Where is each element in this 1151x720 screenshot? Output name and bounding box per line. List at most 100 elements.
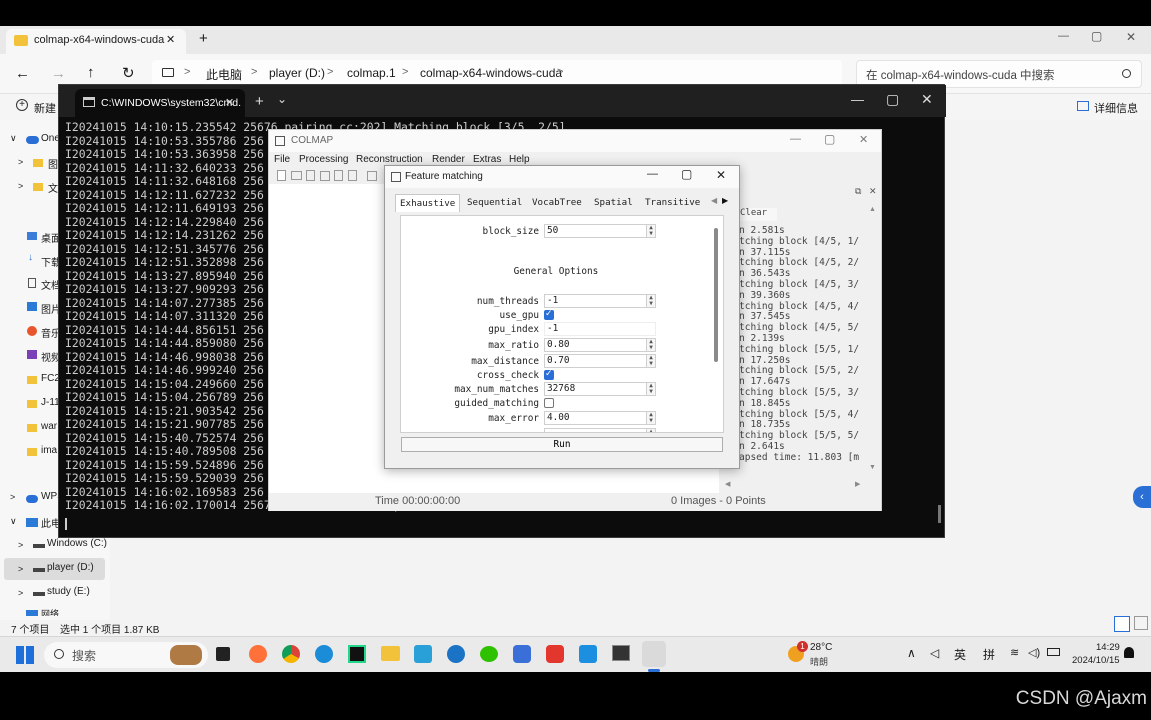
use-gpu-checkbox[interactable]: ✓: [544, 308, 554, 320]
spinbox-arrows-icon[interactable]: ▲: [646, 429, 655, 432]
feature-extraction-icon[interactable]: [367, 171, 377, 181]
tab-scroll-left-icon[interactable]: ◀: [711, 196, 717, 205]
guided-matching-checkbox[interactable]: [544, 398, 554, 408]
ime-lang[interactable]: 英: [954, 646, 966, 663]
log-hscroll-left-icon[interactable]: ◀: [725, 480, 730, 488]
sidebar-item-pictures-od[interactable]: 图: [48, 156, 58, 171]
edit-project-icon[interactable]: [306, 170, 315, 181]
max-error-field[interactable]: 4.00 ▲ ▼: [544, 411, 656, 425]
menu-reconstruction[interactable]: Reconstruction: [356, 154, 423, 165]
pycharm-icon[interactable]: [348, 645, 366, 663]
log-scroll-up-icon[interactable]: ▲: [869, 206, 876, 213]
sidebar-item-drive-c[interactable]: Windows (C:): [47, 538, 107, 549]
open-project-icon[interactable]: [291, 171, 302, 180]
export-icon[interactable]: [348, 170, 357, 181]
menu-extras[interactable]: Extras: [473, 154, 501, 165]
explorer-tab-close-icon[interactable]: ✕: [166, 33, 175, 46]
sidebar-item-j11[interactable]: J-11: [41, 397, 60, 408]
spinbox-arrows-icon[interactable]: ▲ ▼: [646, 412, 655, 424]
save-icon[interactable]: [320, 171, 330, 181]
log-hscroll-right-icon[interactable]: ▶: [855, 480, 860, 488]
breadcrumb-colmap-folder[interactable]: colmap-x64-windows-cuda: [420, 66, 562, 80]
log-clear-button[interactable]: Clear: [737, 208, 777, 221]
explorer-minimize-button[interactable]: —: [1058, 30, 1069, 42]
next-option-field[interactable]: ▲: [544, 428, 656, 432]
sidebar-item-ima[interactable]: ima: [41, 445, 57, 456]
tab-exhaustive[interactable]: Exhaustive: [395, 194, 461, 212]
terminal-taskbar-icon[interactable]: [612, 645, 630, 661]
menu-file[interactable]: File: [274, 154, 290, 165]
tab-vocabtree[interactable]: VocabTree: [528, 194, 586, 212]
explorer-tab[interactable]: colmap-x64-windows-cuda ✕: [6, 29, 186, 54]
expand-chevron-icon[interactable]: ∨: [10, 133, 17, 144]
explorer-maximize-button[interactable]: ▢: [1091, 29, 1102, 43]
breadcrumb-player-d[interactable]: player (D:): [269, 66, 325, 80]
new-button[interactable]: 新建: [34, 100, 56, 116]
log-float-icon[interactable]: ⧉: [855, 186, 861, 197]
cmd-tab[interactable]: C:\WINDOWS\system32\cmd. ✕: [75, 89, 245, 117]
breadcrumb-colmap1[interactable]: colmap.1: [347, 66, 396, 80]
cmd-dropdown-icon[interactable]: ⌄: [277, 92, 287, 106]
chrome-icon[interactable]: [282, 645, 300, 663]
up-icon[interactable]: ↑: [87, 64, 95, 81]
wifi-icon[interactable]: ≋: [1010, 646, 1019, 659]
file-explorer-icon[interactable]: [381, 646, 400, 661]
import-icon[interactable]: [334, 170, 343, 181]
clock-time[interactable]: 14:29: [1096, 642, 1120, 653]
edge-icon[interactable]: [315, 645, 333, 663]
chevron-up-icon[interactable]: ∧: [907, 646, 916, 660]
expand-chevron-icon[interactable]: >: [18, 181, 23, 191]
tab-transitive[interactable]: Transitive: [641, 194, 704, 212]
options-scrollbar-thumb[interactable]: [714, 228, 718, 362]
max-distance-field[interactable]: 0.70 ▲ ▼: [544, 354, 656, 368]
fm-close-button[interactable]: ✕: [716, 168, 726, 182]
spinbox-arrows-icon[interactable]: ▲ ▼: [646, 383, 655, 395]
expand-chevron-icon[interactable]: ∨: [10, 516, 17, 527]
num-threads-field[interactable]: -1 ▲ ▼: [544, 294, 656, 308]
max-num-matches-field[interactable]: 32768 ▲ ▼: [544, 382, 656, 396]
expand-chevron-icon[interactable]: >: [18, 157, 23, 167]
location-arrow-icon[interactable]: ◁: [930, 646, 939, 660]
log-close-icon[interactable]: ✕: [869, 186, 877, 197]
back-icon[interactable]: ←: [15, 65, 30, 82]
new-project-icon[interactable]: [277, 170, 286, 181]
colmap-minimize-button[interactable]: —: [790, 133, 801, 145]
cmd-maximize-button[interactable]: ▢: [886, 91, 899, 108]
menu-help[interactable]: Help: [509, 154, 530, 165]
colmap-taskbar-icon[interactable]: [642, 641, 666, 667]
sidebar-item-drive-d[interactable]: player (D:): [47, 562, 94, 573]
list-view-icon[interactable]: [1114, 616, 1130, 632]
menu-processing[interactable]: Processing: [299, 154, 348, 165]
breadcrumb-this-pc[interactable]: 此电脑: [206, 66, 242, 83]
app-icon-pin[interactable]: [579, 645, 597, 663]
fm-maximize-button[interactable]: ▢: [681, 167, 692, 181]
cmd-scrollbar[interactable]: [938, 505, 941, 523]
max-ratio-field[interactable]: 0.80 ▲ ▼: [544, 338, 656, 352]
gpu-index-field[interactable]: -1: [544, 322, 656, 336]
sidebar-item-drive-e[interactable]: study (E:): [47, 586, 90, 597]
volume-icon[interactable]: ◁): [1028, 646, 1040, 659]
clock-date[interactable]: 2024/10/15: [1072, 655, 1120, 666]
taskbar-search-input[interactable]: 搜索: [44, 642, 208, 668]
cmd-tab-close-icon[interactable]: ✕: [225, 96, 234, 109]
spinbox-arrows-icon[interactable]: ▲ ▼: [646, 225, 655, 237]
ime-mode[interactable]: 拼: [983, 646, 995, 663]
expand-chevron-icon[interactable]: >: [10, 492, 15, 502]
block-size-field[interactable]: 50 ▲ ▼: [544, 224, 656, 238]
fm-minimize-button[interactable]: —: [647, 168, 658, 180]
cmd-new-tab-button[interactable]: +: [255, 93, 264, 110]
app-icon-blue[interactable]: [414, 645, 432, 663]
tab-spatial[interactable]: Spatial: [590, 194, 637, 212]
run-button[interactable]: Run: [401, 437, 723, 452]
wps-office-icon[interactable]: [546, 645, 564, 663]
spinbox-arrows-icon[interactable]: ▲ ▼: [646, 355, 655, 367]
sidebar-item-network[interactable]: 网络: [41, 607, 59, 616]
colmap-close-button[interactable]: ✕: [859, 133, 868, 146]
refresh-icon[interactable]: ↻: [122, 64, 135, 82]
tile-view-icon[interactable]: [1134, 616, 1148, 630]
log-scroll-down-icon[interactable]: ▼: [869, 464, 876, 471]
explorer-close-button[interactable]: ✕: [1126, 30, 1136, 44]
expand-chevron-icon[interactable]: >: [18, 588, 23, 598]
tab-sequential[interactable]: Sequential: [463, 194, 526, 212]
sidebar-item-docs-od[interactable]: 文: [48, 180, 58, 195]
